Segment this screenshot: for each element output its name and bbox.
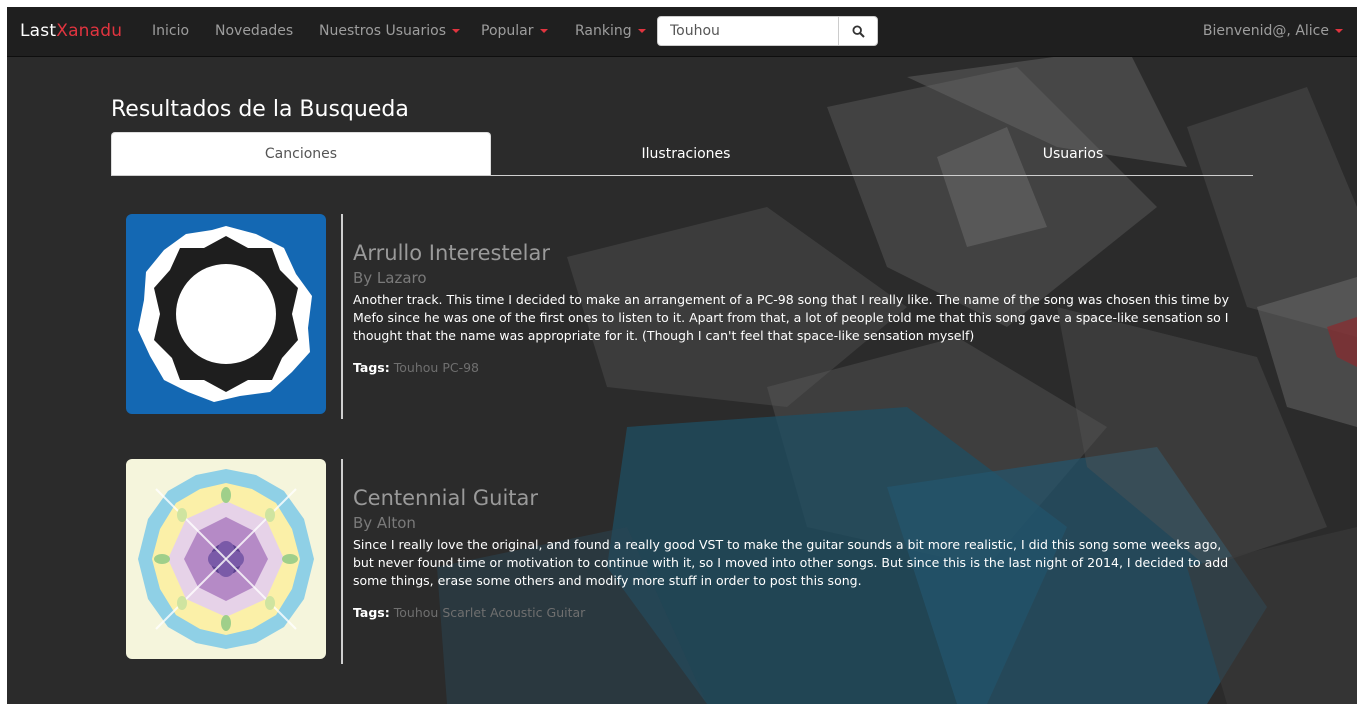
- app-frame: LastXanadu Inicio Novedades Nuestros Usu…: [7, 7, 1357, 704]
- tab-ilustraciones[interactable]: Ilustraciones: [496, 132, 876, 175]
- tag-link[interactable]: Guitar: [547, 605, 586, 620]
- search-input[interactable]: [657, 16, 839, 46]
- tag-link[interactable]: Touhou: [394, 360, 439, 375]
- caret-down-icon: [539, 29, 548, 33]
- nav-novedades-label: Novedades: [215, 23, 294, 39]
- nav-inicio-label: Inicio: [152, 23, 190, 39]
- brand-part1: Last: [20, 21, 57, 41]
- page-title: Resultados de la Busqueda: [111, 97, 409, 122]
- song-title-link[interactable]: Centennial Guitar: [353, 485, 1243, 511]
- user-menu[interactable]: Bienvenid@, Alice: [1203, 23, 1343, 39]
- song-cover-image[interactable]: [126, 214, 326, 414]
- gear-icon: [138, 226, 312, 402]
- tab-canciones-label: Canciones: [264, 146, 338, 162]
- nav-popular[interactable]: Popular: [481, 23, 548, 39]
- brand-part2: Xanadu: [56, 21, 123, 41]
- tag-link[interactable]: Touhou: [394, 605, 439, 620]
- top-navbar: LastXanadu Inicio Novedades Nuestros Usu…: [7, 7, 1357, 57]
- tab-usuarios-label: Usuarios: [1042, 145, 1104, 162]
- tab-usuarios[interactable]: Usuarios: [883, 132, 1263, 175]
- tags-label: Tags:: [353, 605, 390, 620]
- caret-down-icon: [452, 29, 460, 33]
- search-icon: [851, 24, 865, 38]
- caret-down-icon: [1335, 29, 1343, 33]
- tag-link[interactable]: PC-98: [442, 360, 479, 375]
- tag-link[interactable]: Scarlet: [442, 605, 486, 620]
- song-item: Centennial Guitar By Alton Since I reall…: [126, 459, 1276, 664]
- tab-canciones[interactable]: Canciones: [111, 132, 491, 175]
- nav-ranking-label: Ranking: [575, 23, 632, 39]
- song-tags: Tags: Touhou PC-98: [353, 359, 1243, 377]
- welcome-label: Bienvenid@, Alice: [1202, 23, 1329, 39]
- tags-label: Tags:: [353, 360, 390, 375]
- tab-ilustraciones-label: Ilustraciones: [641, 145, 731, 162]
- song-info: Centennial Guitar By Alton Since I reall…: [353, 485, 1243, 622]
- tag-link[interactable]: Acoustic: [490, 605, 543, 620]
- results-tabs: Canciones Ilustraciones Usuarios: [111, 132, 1253, 176]
- vertical-divider: [341, 459, 343, 664]
- song-item: Arrullo Interestelar By Lazaro Another t…: [126, 214, 1276, 419]
- nav-inicio[interactable]: Inicio: [152, 23, 189, 39]
- nav-nuestros-usuarios[interactable]: Nuestros Usuarios: [319, 23, 460, 39]
- search-button[interactable]: [838, 16, 878, 46]
- brand-logo[interactable]: LastXanadu: [20, 21, 122, 41]
- song-info: Arrullo Interestelar By Lazaro Another t…: [353, 240, 1243, 377]
- vertical-divider: [341, 214, 343, 419]
- nav-nuestros-usuarios-label: Nuestros Usuarios: [319, 23, 446, 39]
- song-cover-image[interactable]: [126, 459, 326, 659]
- song-title-link[interactable]: Arrullo Interestelar: [353, 240, 1243, 266]
- nav-novedades[interactable]: Novedades: [215, 23, 293, 39]
- song-author-link[interactable]: By Alton: [353, 513, 1243, 533]
- nav-popular-label: Popular: [481, 23, 534, 39]
- song-description: Since I really love the original, and fo…: [353, 537, 1229, 588]
- song-tags: Tags: Touhou Scarlet Acoustic Guitar: [353, 604, 1243, 622]
- mandala-icon: [134, 467, 318, 651]
- nav-ranking[interactable]: Ranking: [575, 23, 646, 39]
- song-author-link[interactable]: By Lazaro: [353, 268, 1243, 288]
- caret-down-icon: [637, 29, 646, 33]
- song-description: Another track. This time I decided to ma…: [353, 292, 1229, 343]
